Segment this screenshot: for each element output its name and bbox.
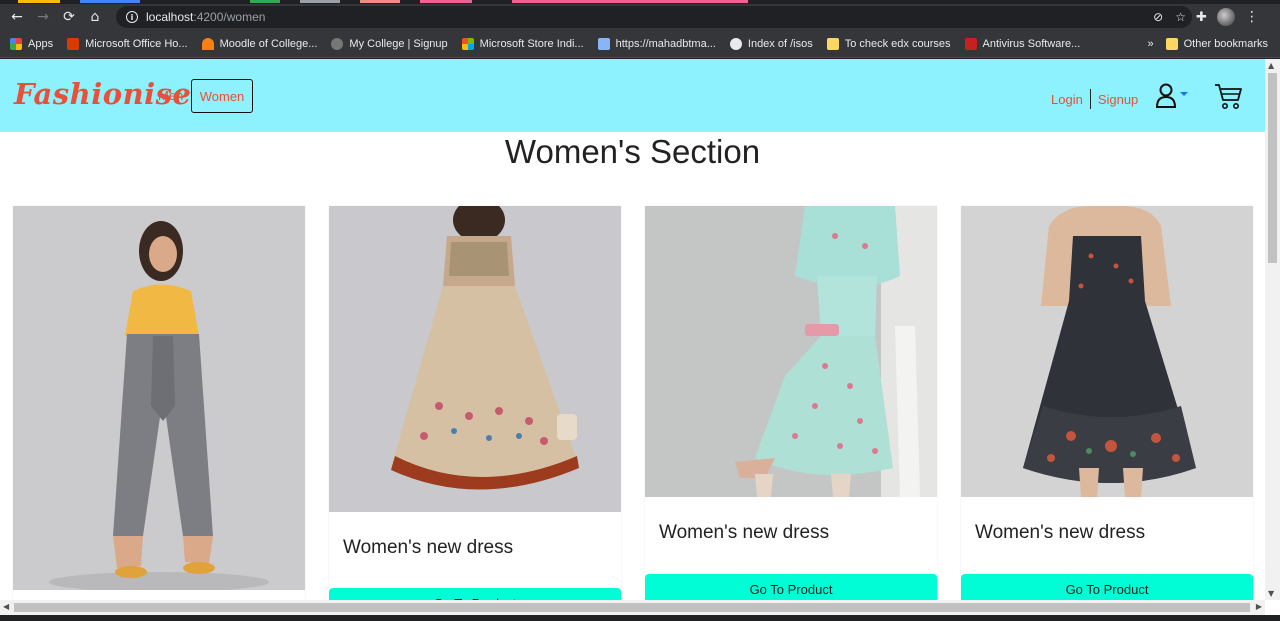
bookmark-moodle[interactable]: Moodle of College... <box>201 37 317 50</box>
scroll-thumb[interactable] <box>1268 73 1277 263</box>
moodle-icon <box>201 37 214 50</box>
scroll-right-icon[interactable]: ▶ <box>1256 602 1262 611</box>
product-card[interactable] <box>13 206 305 621</box>
url-host: localhost <box>146 10 194 24</box>
taskbar-edge <box>0 615 1280 621</box>
page-viewport: Fashionise Men Women Login Signup Women'… <box>0 59 1280 621</box>
product-card[interactable]: Women's new dress Go To Product <box>961 206 1253 621</box>
nav-link-women[interactable]: Women <box>191 79 253 113</box>
antivirus-icon <box>964 37 977 50</box>
college-icon <box>331 37 344 50</box>
microsoft-logo-icon <box>461 37 474 50</box>
home-icon[interactable]: ⌂ <box>82 4 108 30</box>
apps-grid-icon <box>10 37 22 50</box>
document-icon <box>597 37 610 50</box>
site-header: Fashionise Men Women Login Signup <box>0 59 1265 132</box>
scroll-left-icon[interactable]: ◀ <box>3 602 9 611</box>
product-name: Women's new dress <box>975 522 1146 543</box>
office-icon <box>67 37 80 50</box>
scroll-up-icon[interactable]: ▲ <box>1268 61 1274 70</box>
product-image[interactable] <box>13 206 305 590</box>
product-image[interactable] <box>329 206 621 512</box>
product-image[interactable] <box>645 206 937 497</box>
product-card[interactable]: Women's new dress Go To Product <box>329 206 621 621</box>
nav-link-men[interactable]: Men <box>158 88 183 103</box>
product-name: Women's new dress <box>343 537 514 558</box>
folder-icon <box>1165 38 1178 50</box>
profile-avatar[interactable] <box>1216 8 1235 26</box>
folder-icon <box>826 37 839 50</box>
star-icon[interactable]: ☆ <box>1175 10 1186 24</box>
auth-links: Login Signup <box>1051 89 1138 109</box>
bookmark-antivirus[interactable]: Antivirus Software... <box>964 37 1080 50</box>
scroll-thumb[interactable] <box>14 603 1250 612</box>
browser-toolbar: ← → ⟳ ⌂ i localhost:4200/women ⊘ ☆ ✚ ⋮ <box>0 4 1280 30</box>
product-name: Women's new dress <box>659 522 830 543</box>
bookmark-other[interactable]: Other bookmarks <box>1165 38 1268 50</box>
signup-link[interactable]: Signup <box>1098 92 1138 107</box>
bookmarks-bar: Apps Microsoft Office Ho... Moodle of Co… <box>0 30 1280 58</box>
forward-icon[interactable]: → <box>30 4 56 30</box>
bookmark-apps[interactable]: Apps <box>10 37 53 50</box>
product-card[interactable]: Women's new dress Go To Product <box>645 206 937 621</box>
page-title: Women's Section <box>504 133 761 170</box>
bookmark-my-college[interactable]: My College | Signup <box>331 37 448 50</box>
address-bar[interactable]: i localhost:4200/women ⊘ ☆ <box>116 6 1192 28</box>
bookmark-microsoft-office[interactable]: Microsoft Office Ho... <box>67 37 188 50</box>
product-image[interactable] <box>961 206 1253 497</box>
bookmark-edx[interactable]: To check edx courses <box>826 37 951 50</box>
scroll-down-icon[interactable]: ▼ <box>1268 589 1274 598</box>
globe-icon <box>729 37 742 50</box>
bookmark-microsoft-store[interactable]: Microsoft Store Indi... <box>461 37 584 50</box>
bookmark-index-isos[interactable]: Index of /isos <box>729 37 813 50</box>
bookmark-mahadbt[interactable]: https://mahadbtma... <box>597 37 716 50</box>
extensions-icon[interactable]: ✚ <box>1196 10 1207 25</box>
menu-kebab-icon[interactable]: ⋮ <box>1245 9 1259 25</box>
login-link[interactable]: Login <box>1051 92 1083 107</box>
back-icon[interactable]: ← <box>4 4 30 30</box>
reload-icon[interactable]: ⟳ <box>56 4 82 30</box>
url-path: :4200/women <box>193 10 266 24</box>
user-account-icon[interactable] <box>1155 83 1189 109</box>
vertical-scrollbar[interactable]: ▲ ▼ <box>1265 59 1280 600</box>
divider <box>1089 89 1091 109</box>
bookmarks-overflow-icon[interactable]: » <box>1148 38 1154 50</box>
eye-off-icon[interactable]: ⊘ <box>1153 10 1163 24</box>
site-info-icon[interactable]: i <box>126 11 138 23</box>
horizontal-scrollbar[interactable]: ◀ ▶ <box>0 600 1265 615</box>
shopping-cart-icon[interactable] <box>1213 81 1243 111</box>
